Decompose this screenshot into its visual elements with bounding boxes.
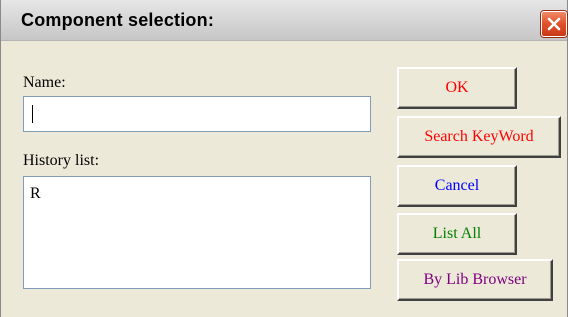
close-icon bbox=[547, 17, 561, 31]
ok-button[interactable]: OK bbox=[397, 67, 517, 109]
text-caret bbox=[32, 105, 33, 123]
history-list[interactable]: R bbox=[23, 176, 371, 289]
search-keyword-button[interactable]: Search KeyWord bbox=[397, 116, 561, 158]
dialog-title: Component selection: bbox=[21, 10, 215, 30]
name-label: Name: bbox=[23, 74, 66, 91]
list-all-button[interactable]: List All bbox=[397, 213, 517, 255]
by-lib-browser-button[interactable]: By Lib Browser bbox=[397, 259, 553, 301]
name-input[interactable] bbox=[23, 96, 371, 132]
history-list-item[interactable]: R bbox=[30, 185, 41, 203]
component-selection-dialog: Component selection: Name: History list:… bbox=[0, 0, 568, 317]
title-bar[interactable]: Component selection: bbox=[1, 0, 567, 41]
cancel-button[interactable]: Cancel bbox=[397, 165, 517, 207]
close-button[interactable] bbox=[541, 11, 567, 37]
history-list-label: History list: bbox=[23, 152, 100, 169]
